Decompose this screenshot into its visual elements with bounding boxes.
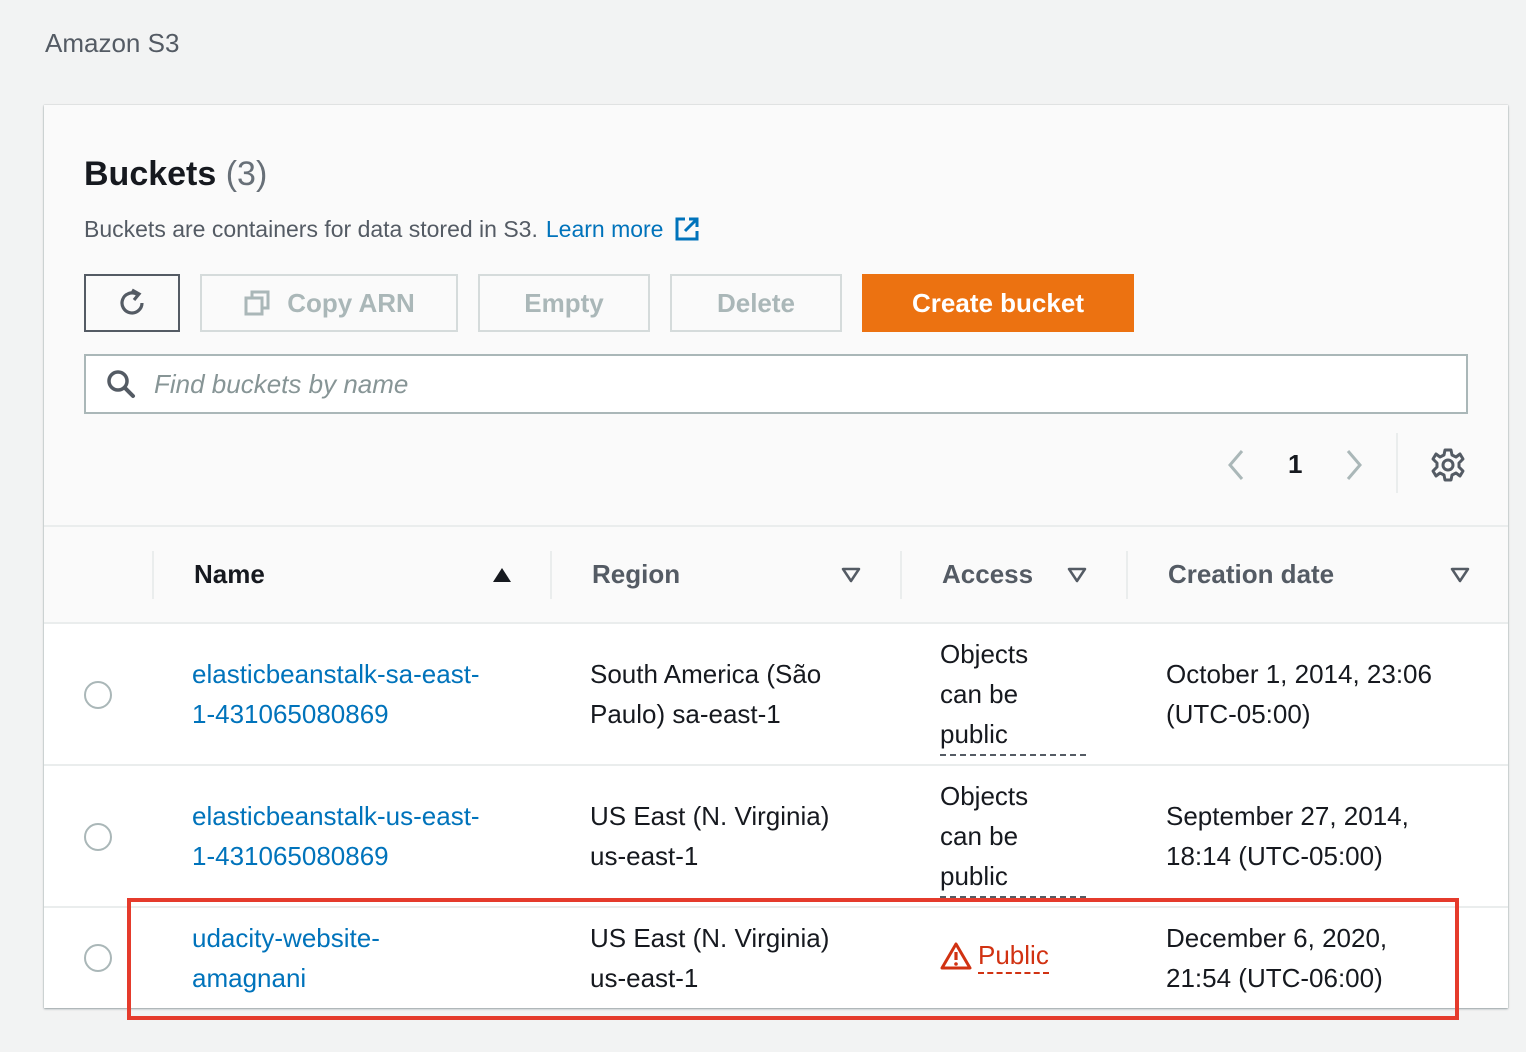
- create-bucket-button[interactable]: Create bucket: [862, 274, 1134, 332]
- region-line: US East (N. Virginia): [590, 923, 830, 953]
- access-line: public: [940, 714, 1086, 756]
- title-text: Buckets: [84, 155, 217, 193]
- date-line: 21:54 (UTC-06:00): [1166, 963, 1383, 993]
- copy-icon: [244, 290, 270, 316]
- creation-date-cell: October 1, 2014, 23:06 (UTC-05:00): [1166, 654, 1432, 734]
- bucket-name-line: amagnani: [192, 963, 307, 993]
- bucket-name-line: elasticbeanstalk-sa-east-: [192, 659, 480, 689]
- creation-date-cell: December 6, 2020, 21:54 (UTC-06:00): [1166, 918, 1387, 998]
- region-line: us-east-1: [590, 841, 699, 871]
- pagination-divider: [1396, 433, 1398, 493]
- table-header: Name Region Access Creation date: [44, 525, 1508, 624]
- bucket-name-line: 1-431065080869: [192, 841, 389, 871]
- table-row[interactable]: udacity-website- amagnani US East (N. Vi…: [44, 908, 1508, 1008]
- row-radio[interactable]: [84, 823, 112, 851]
- delete-button[interactable]: Delete: [670, 274, 842, 332]
- region-line: Paulo) sa-east-1: [590, 699, 781, 729]
- current-page[interactable]: 1: [1288, 449, 1302, 480]
- copy-arn-button[interactable]: Copy ARN: [200, 274, 458, 332]
- panel-header: Buckets (3) Buckets are containers for d…: [44, 105, 1508, 525]
- next-page-icon[interactable]: [1342, 447, 1366, 488]
- warning-icon: [940, 942, 972, 970]
- search-icon: [107, 370, 135, 398]
- bucket-name-link[interactable]: elasticbeanstalk-us-east- 1-431065080869: [192, 796, 480, 876]
- description: Buckets are containers for data stored i…: [84, 215, 701, 243]
- region-line: US East (N. Virginia): [590, 801, 830, 831]
- public-access-badge[interactable]: Public: [940, 938, 1049, 974]
- date-line: 18:14 (UTC-05:00): [1166, 841, 1383, 871]
- buckets-panel: Buckets (3) Buckets are containers for d…: [44, 105, 1508, 1008]
- external-link-icon[interactable]: [673, 215, 701, 243]
- table-row[interactable]: elasticbeanstalk-sa-east- 1-431065080869…: [44, 624, 1508, 766]
- date-line: December 6, 2020,: [1166, 923, 1388, 953]
- date-line: September 27, 2014,: [1166, 801, 1409, 831]
- region-cell: US East (N. Virginia) us-east-1: [590, 918, 829, 998]
- search-input[interactable]: Find buckets by name: [154, 369, 408, 400]
- bucket-name-line: elasticbeanstalk-us-east-: [192, 801, 480, 831]
- gear-icon[interactable]: [1430, 447, 1466, 488]
- learn-more-link[interactable]: Learn more: [546, 216, 664, 243]
- region-line: South America (São: [590, 659, 822, 689]
- column-divider: [900, 551, 902, 599]
- page-title: Buckets (3): [84, 155, 267, 194]
- bucket-name-line: udacity-website-: [192, 923, 380, 953]
- creation-date-cell: September 27, 2014, 18:14 (UTC-05:00): [1166, 796, 1409, 876]
- column-creation-date-label: Creation date: [1168, 559, 1335, 589]
- column-region-label: Region: [592, 559, 681, 589]
- bucket-name-link[interactable]: udacity-website- amagnani: [192, 918, 380, 998]
- region-cell: South America (São Paulo) sa-east-1: [590, 654, 821, 734]
- breadcrumb[interactable]: Amazon S3: [45, 28, 179, 59]
- row-radio[interactable]: [84, 681, 112, 709]
- column-divider: [1126, 551, 1128, 599]
- column-header-name[interactable]: Name: [194, 527, 265, 622]
- column-header-creation-date[interactable]: Creation date: [1168, 527, 1334, 622]
- access-cell[interactable]: Objects can be public: [940, 776, 1086, 898]
- access-line: Objects: [940, 781, 1029, 811]
- region-line: us-east-1: [590, 963, 699, 993]
- column-name-label: Name: [194, 559, 265, 589]
- access-line: can be: [940, 821, 1019, 851]
- access-line: can be: [940, 679, 1019, 709]
- column-header-access[interactable]: Access: [942, 527, 1033, 622]
- public-label: Public: [978, 938, 1049, 974]
- refresh-icon: [120, 288, 144, 315]
- previous-page-icon[interactable]: [1224, 447, 1248, 488]
- column-access-label: Access: [942, 559, 1034, 589]
- access-line: public: [940, 856, 1086, 898]
- date-line: (UTC-05:00): [1166, 699, 1311, 729]
- column-header-region[interactable]: Region: [592, 527, 680, 622]
- search-bar[interactable]: Find buckets by name: [84, 354, 1468, 414]
- column-divider: [550, 551, 552, 599]
- access-line: Objects: [940, 639, 1029, 669]
- access-cell[interactable]: Objects can be public: [940, 634, 1086, 756]
- region-cell: US East (N. Virginia) us-east-1: [590, 796, 829, 876]
- refresh-button[interactable]: [84, 274, 180, 332]
- date-line: October 1, 2014, 23:06: [1166, 659, 1432, 689]
- sort-descending-icon[interactable]: [1450, 567, 1470, 583]
- sort-descending-icon[interactable]: [841, 567, 861, 583]
- empty-button[interactable]: Empty: [478, 274, 650, 332]
- description-text: Buckets are containers for data stored i…: [84, 215, 538, 242]
- bucket-name-link[interactable]: elasticbeanstalk-sa-east- 1-431065080869: [192, 654, 480, 734]
- sort-descending-icon[interactable]: [1067, 567, 1087, 583]
- bucket-name-line: 1-431065080869: [192, 699, 389, 729]
- sort-ascending-icon[interactable]: [492, 567, 512, 583]
- column-divider: [152, 551, 154, 599]
- table-row[interactable]: elasticbeanstalk-us-east- 1-431065080869…: [44, 766, 1508, 908]
- row-radio[interactable]: [84, 944, 112, 972]
- bucket-count: (3): [225, 155, 268, 193]
- copy-arn-label: Copy ARN: [287, 287, 415, 318]
